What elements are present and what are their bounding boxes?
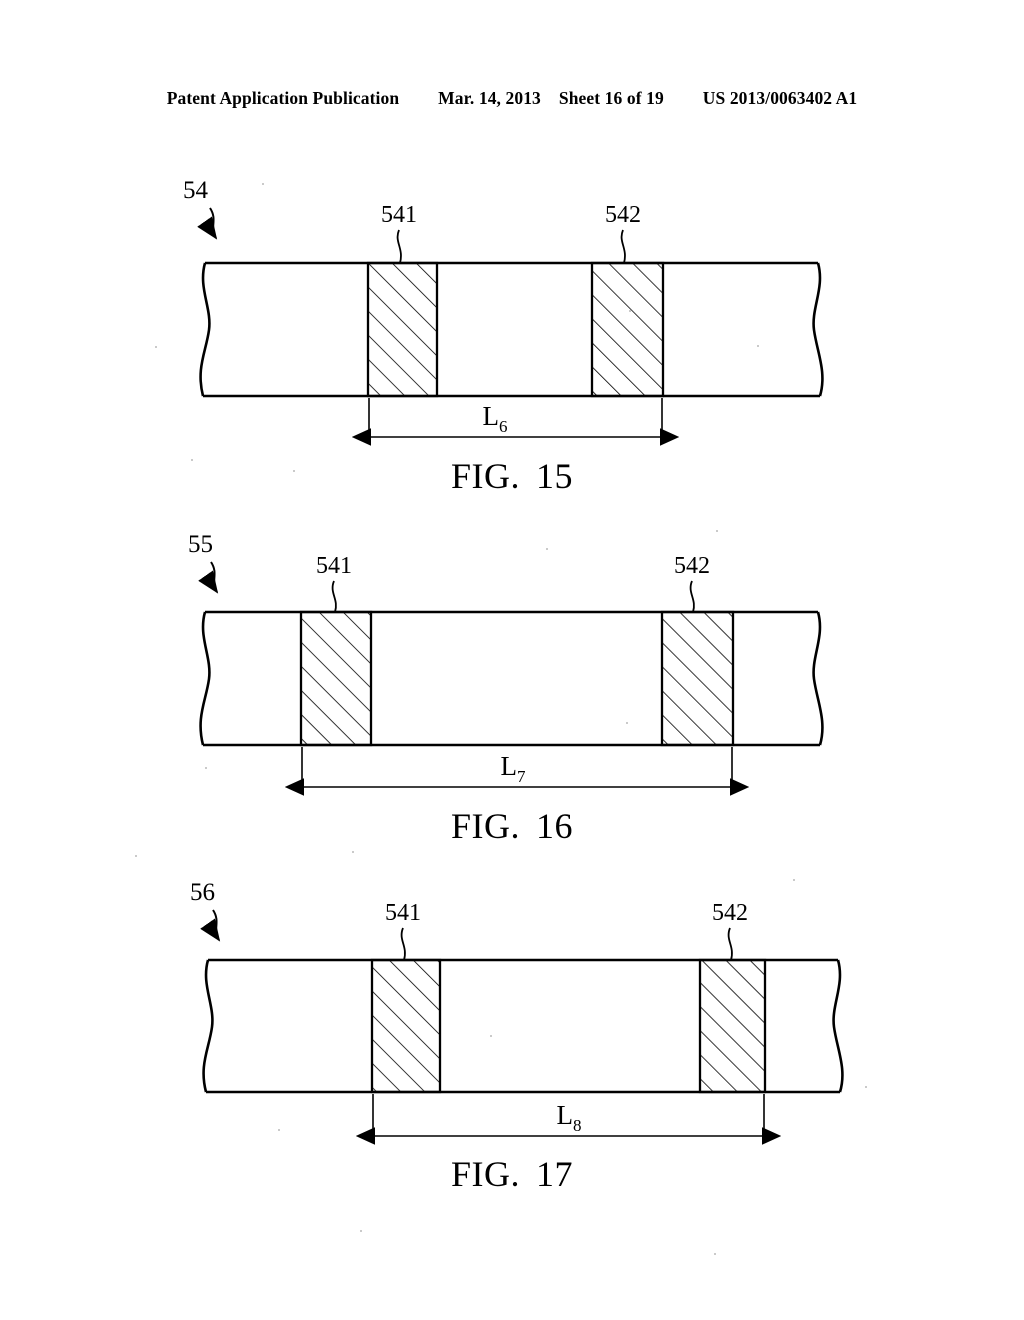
hatched-block-541: [370, 958, 442, 1094]
scan-speckle: [135, 855, 137, 857]
scan-speckle: [352, 851, 354, 853]
assembly-leader-line-55: [198, 561, 219, 594]
scan-speckle: [865, 1086, 867, 1088]
assembly-ref-label-55: 55: [188, 531, 213, 558]
figure-15: 54 541 542 L6 FIG. 15: [0, 160, 1024, 496]
hatched-block-541: [299, 610, 373, 747]
hatched-block-542: [590, 261, 665, 398]
dimension-label-L6: L6: [483, 401, 508, 436]
assembly-leader-line-54: [197, 207, 218, 240]
dimension-L8: L8: [355, 1094, 782, 1145]
part-leader-line-541: [331, 580, 337, 613]
assembly-ref-label-56: 56: [190, 879, 215, 906]
part-leader-line-541: [400, 927, 406, 961]
dimension-label-L7: L7: [501, 751, 527, 786]
part-leader-line-541: [396, 229, 402, 264]
figure-15-caption-prefix: FIG.: [450, 456, 520, 496]
scan-speckle: [360, 1230, 362, 1232]
figure-17: 56 541 542 L8 FIG. 17: [0, 860, 1024, 1194]
scan-speckle: [205, 767, 207, 769]
figure-17-drawing: 56 541 542 L8: [190, 879, 844, 1145]
scan-speckle: [793, 879, 795, 881]
header-sheet-number: Sheet 16 of 19: [558, 88, 664, 108]
scan-speckle: [757, 345, 759, 347]
part-leader-line-542: [620, 229, 626, 264]
header-publication-date: Mar. 14, 2013: [438, 88, 541, 108]
part-ref-label-542: 542: [605, 202, 641, 228]
sheet-header: Patent Application Publication Mar. 14, …: [0, 88, 1024, 109]
scan-speckle: [714, 1253, 716, 1255]
header-publication-title: Patent Application Publication: [166, 88, 400, 108]
part-leader-line-542: [727, 927, 733, 961]
figure-17-caption: FIG. 17: [0, 1153, 1024, 1195]
figure-15-drawing: 54 541 542 L6: [183, 177, 824, 446]
part-ref-label-541: 541: [381, 202, 417, 228]
figure-16-drawing: 55 541 542 L7: [188, 531, 824, 796]
body-outline-54: [199, 261, 824, 398]
dimension-L6: L6: [351, 398, 680, 446]
figure-16-caption: FIG. 16: [0, 805, 1024, 847]
scan-speckle: [626, 722, 628, 724]
part-leader-line-542: [689, 580, 695, 613]
assembly-leader-line-56: [200, 909, 221, 942]
part-ref-label-541: 541: [316, 553, 352, 579]
hatched-block-542: [660, 610, 735, 747]
figure-16: 55 541 542 L7 FIG. 16: [0, 510, 1024, 846]
figure-16-caption-number: 16: [536, 806, 573, 846]
scan-speckle: [716, 530, 718, 532]
scan-speckle: [293, 470, 295, 472]
hatched-block-541: [366, 261, 439, 398]
figure-15-caption-number: 15: [536, 456, 573, 496]
scan-speckle: [191, 459, 193, 461]
assembly-ref-label-54: 54: [183, 177, 209, 204]
figure-15-caption: FIG. 15: [0, 455, 1024, 497]
scan-speckle: [262, 183, 264, 185]
scan-speckle: [278, 1129, 280, 1131]
scan-speckle: [546, 548, 548, 550]
figure-17-caption-prefix: FIG.: [450, 1154, 520, 1194]
scan-speckle: [490, 1035, 492, 1037]
scan-speckle: [629, 310, 631, 312]
figure-17-caption-number: 17: [536, 1154, 573, 1194]
scan-speckle: [155, 346, 157, 348]
part-ref-label-542: 542: [674, 553, 710, 579]
part-ref-label-542: 542: [712, 900, 748, 926]
dimension-L7: L7: [284, 747, 750, 796]
part-ref-label-541: 541: [385, 900, 421, 926]
header-patent-number: US 2013/0063402 A1: [702, 88, 858, 108]
hatched-block-542: [698, 958, 767, 1094]
figure-16-caption-prefix: FIG.: [450, 806, 520, 846]
dimension-label-L8: L8: [557, 1100, 582, 1135]
